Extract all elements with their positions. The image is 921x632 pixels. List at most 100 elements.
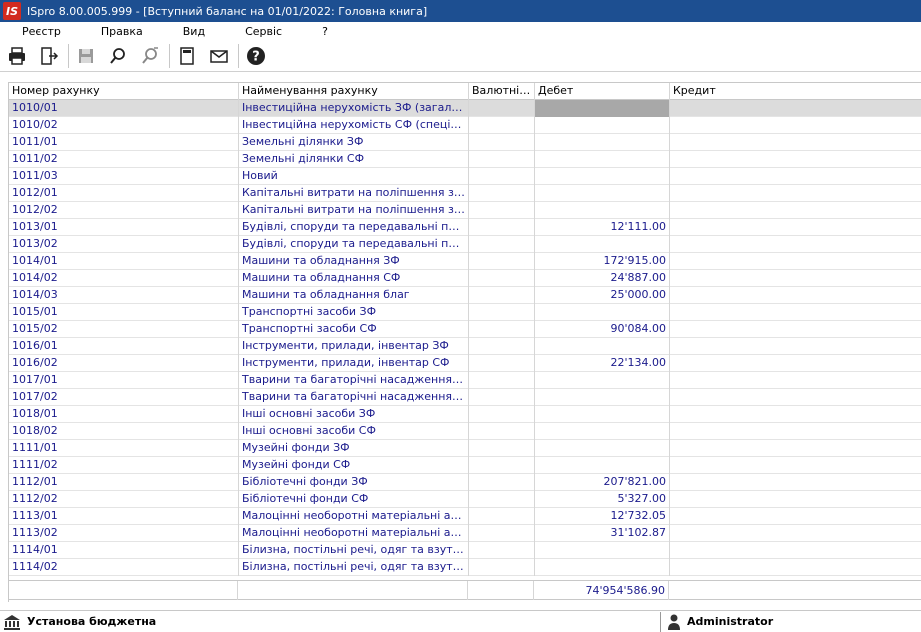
cell-debit[interactable] (535, 559, 670, 576)
cell-name[interactable]: Білизна, постільні речі, одяг та взуття … (239, 559, 469, 576)
cell-account[interactable]: 1010/02 (9, 117, 239, 134)
menu-help[interactable]: ? (292, 25, 338, 38)
table-row[interactable]: 1113/02 Малоцінні необоротні матеріальні … (9, 525, 921, 542)
cell-name[interactable]: Новий (239, 168, 469, 185)
cell-credit[interactable] (670, 253, 921, 270)
cell-name[interactable]: Транспортні засоби ЗФ (239, 304, 469, 321)
cell-credit[interactable] (670, 287, 921, 304)
cell-name[interactable]: Машини та обладнання благ (239, 287, 469, 304)
cell-account[interactable]: 1018/02 (9, 423, 239, 440)
cell-debit[interactable]: 31'102.87 (535, 525, 670, 542)
cell-account[interactable]: 1011/02 (9, 151, 239, 168)
cell-credit[interactable] (670, 304, 921, 321)
cell-credit[interactable] (670, 423, 921, 440)
cell-debit[interactable] (535, 168, 670, 185)
cell-account[interactable]: 1011/03 (9, 168, 239, 185)
menu-registry[interactable]: Реєстр (0, 25, 71, 38)
cell-credit[interactable] (670, 151, 921, 168)
cell-currency[interactable] (469, 100, 535, 117)
cell-debit[interactable]: 90'084.00 (535, 321, 670, 338)
table-row[interactable]: 1013/02 Будівлі, споруди та передавальні … (9, 236, 921, 253)
find-icon[interactable] (105, 43, 131, 69)
table-row[interactable]: 1111/02 Музейні фонди СФ (9, 457, 921, 474)
cell-name[interactable]: Бібліотечні фонди СФ (239, 491, 469, 508)
cell-account[interactable]: 1111/02 (9, 457, 239, 474)
cell-credit[interactable] (670, 491, 921, 508)
table-row[interactable]: 1112/01 Бібліотечні фонди ЗФ 207'821.00 (9, 474, 921, 491)
table-row[interactable]: 1114/01 Білизна, постільні речі, одяг та … (9, 542, 921, 559)
cell-credit[interactable] (670, 117, 921, 134)
cell-name[interactable]: Білизна, постільні речі, одяг та взуття … (239, 542, 469, 559)
table-row[interactable]: 1011/01 Земельні ділянки ЗФ (9, 134, 921, 151)
cell-currency[interactable] (469, 542, 535, 559)
cell-currency[interactable] (469, 202, 535, 219)
cell-credit[interactable] (670, 100, 921, 117)
menu-service[interactable]: Сервіс (215, 25, 292, 38)
column-header-credit[interactable]: Кредит (670, 83, 921, 100)
menu-view[interactable]: Вид (153, 25, 215, 38)
cell-credit[interactable] (670, 219, 921, 236)
cell-currency[interactable] (469, 525, 535, 542)
cell-account[interactable]: 1015/02 (9, 321, 239, 338)
cell-debit[interactable] (535, 202, 670, 219)
cell-debit[interactable]: 172'915.00 (535, 253, 670, 270)
table-row[interactable]: 1011/03 Новий (9, 168, 921, 185)
cell-account[interactable]: 1011/01 (9, 134, 239, 151)
table-row[interactable]: 1015/02 Транспортні засоби СФ 90'084.00 (9, 321, 921, 338)
cell-credit[interactable] (670, 338, 921, 355)
cell-currency[interactable] (469, 270, 535, 287)
cell-currency[interactable] (469, 236, 535, 253)
table-row[interactable]: 1013/01 Будівлі, споруди та передавальні … (9, 219, 921, 236)
cell-debit[interactable]: 22'134.00 (535, 355, 670, 372)
table-row[interactable]: 1014/01 Машини та обладнання ЗФ 172'915.00 (9, 253, 921, 270)
cell-account[interactable]: 1113/02 (9, 525, 239, 542)
cell-name[interactable]: Машини та обладнання ЗФ (239, 253, 469, 270)
cell-name[interactable]: Машини та обладнання СФ (239, 270, 469, 287)
cell-name[interactable]: Земельні ділянки СФ (239, 151, 469, 168)
cell-credit[interactable] (670, 525, 921, 542)
cell-currency[interactable] (469, 304, 535, 321)
cell-credit[interactable] (670, 134, 921, 151)
cell-account[interactable]: 1014/03 (9, 287, 239, 304)
cell-currency[interactable] (469, 287, 535, 304)
table-row[interactable]: 1016/02 Інструменти, прилади, інвентар СФ… (9, 355, 921, 372)
cell-debit[interactable] (535, 185, 670, 202)
cell-name[interactable]: Будівлі, споруди та передавальні прис... (239, 236, 469, 253)
cell-account[interactable]: 1016/02 (9, 355, 239, 372)
cell-name[interactable]: Малоцінні необоротні матеріальні акти... (239, 508, 469, 525)
cell-debit[interactable] (535, 100, 670, 117)
cell-debit[interactable]: 12'111.00 (535, 219, 670, 236)
table-row[interactable]: 1010/02 Інвестиційна нерухомість СФ (спец… (9, 117, 921, 134)
cell-account[interactable]: 1112/02 (9, 491, 239, 508)
cell-account[interactable]: 1012/02 (9, 202, 239, 219)
menu-edit[interactable]: Правка (71, 25, 153, 38)
cell-name[interactable]: Інші основні засоби СФ (239, 423, 469, 440)
cell-debit[interactable] (535, 457, 670, 474)
cell-debit[interactable] (535, 338, 670, 355)
cell-account[interactable]: 1013/01 (9, 219, 239, 236)
cell-currency[interactable] (469, 168, 535, 185)
cell-debit[interactable]: 207'821.00 (535, 474, 670, 491)
cell-debit[interactable] (535, 151, 670, 168)
cell-name[interactable]: Інвестиційна нерухомість СФ (спеціал... (239, 117, 469, 134)
cell-name[interactable]: Капітальні витрати на поліпшення земе... (239, 185, 469, 202)
cell-credit[interactable] (670, 389, 921, 406)
cell-debit[interactable] (535, 423, 670, 440)
cell-account[interactable]: 1010/01 (9, 100, 239, 117)
table-row[interactable]: 1011/02 Земельні ділянки СФ (9, 151, 921, 168)
column-header-debit[interactable]: Дебет (535, 83, 670, 100)
table-row[interactable]: 1114/02 Білизна, постільні речі, одяг та … (9, 559, 921, 576)
cell-name[interactable]: Інструменти, прилади, інвентар СФ (239, 355, 469, 372)
cell-credit[interactable] (670, 185, 921, 202)
cell-debit[interactable]: 24'887.00 (535, 270, 670, 287)
cell-name[interactable]: Бібліотечні фонди ЗФ (239, 474, 469, 491)
table-row[interactable]: 1018/02 Інші основні засоби СФ (9, 423, 921, 440)
table-row[interactable]: 1113/01 Малоцінні необоротні матеріальні … (9, 508, 921, 525)
cell-name[interactable]: Будівлі, споруди та передавальні прис... (239, 219, 469, 236)
cell-currency[interactable] (469, 423, 535, 440)
cell-credit[interactable] (670, 355, 921, 372)
cell-account[interactable]: 1114/02 (9, 559, 239, 576)
cell-credit[interactable] (670, 542, 921, 559)
table-row[interactable]: 1018/01 Інші основні засоби ЗФ (9, 406, 921, 423)
cell-name[interactable]: Капітальні витрати на поліпшення земе... (239, 202, 469, 219)
